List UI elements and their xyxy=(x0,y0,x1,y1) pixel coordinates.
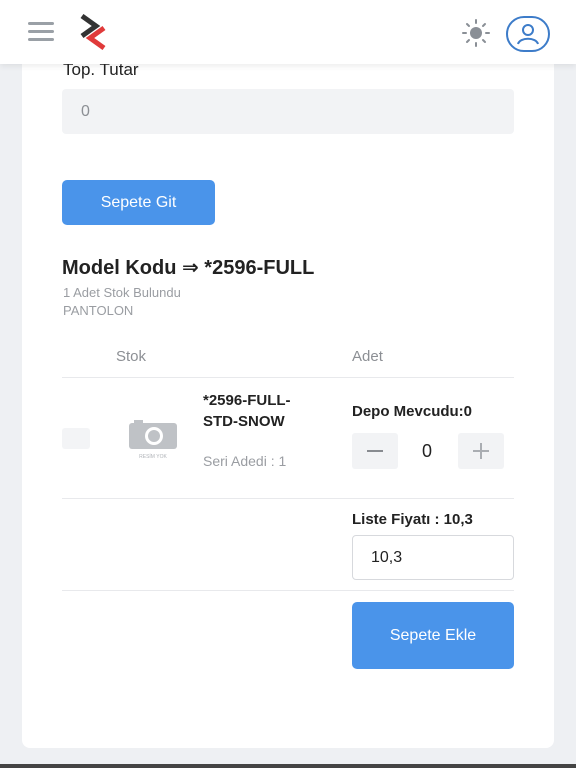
serial-count: Seri Adedi : 1 xyxy=(203,453,287,469)
stock-found-text: 1 Adet Stok Bulundu xyxy=(63,285,181,300)
warehouse-stock: Depo Mevcudu:0 xyxy=(352,403,473,420)
product-image-placeholder: RESİM YOK xyxy=(126,417,180,461)
decrease-quantity-button[interactable] xyxy=(352,433,398,469)
column-header-stok: Stok xyxy=(116,348,147,365)
top-bar xyxy=(0,0,576,64)
plus-icon xyxy=(473,443,489,459)
no-image-text: RESİM YOK xyxy=(139,453,167,460)
row-divider xyxy=(62,498,514,499)
price-divider xyxy=(62,590,514,591)
hamburger-menu-icon[interactable] xyxy=(28,22,54,42)
sun-icon[interactable] xyxy=(460,18,492,48)
model-code-title: Model Kodu ⇒ *2596-FULL xyxy=(62,257,315,279)
list-price-label: Liste Fiyatı : 10,3 xyxy=(352,511,473,528)
row-select-checkbox[interactable] xyxy=(62,428,90,449)
go-to-cart-button[interactable]: Sepete Git xyxy=(62,180,215,225)
category-text: PANTOLON xyxy=(63,303,134,318)
quantity-input[interactable] xyxy=(404,433,450,469)
header-divider xyxy=(62,377,514,378)
increase-quantity-button[interactable] xyxy=(458,433,504,469)
profile-button[interactable] xyxy=(506,16,550,52)
minus-icon xyxy=(367,450,383,452)
camera-icon: RESİM YOK xyxy=(129,420,177,460)
user-icon xyxy=(517,24,539,45)
add-to-cart-button[interactable]: Sepete Ekle xyxy=(352,602,514,669)
brand-logo[interactable] xyxy=(78,14,108,50)
column-header-adet: Adet xyxy=(352,348,383,365)
product-code: *2596-FULL-STD-SNOW xyxy=(203,392,291,430)
bottom-edge xyxy=(0,764,576,768)
total-amount-field[interactable] xyxy=(62,89,514,134)
price-input[interactable] xyxy=(352,535,514,580)
